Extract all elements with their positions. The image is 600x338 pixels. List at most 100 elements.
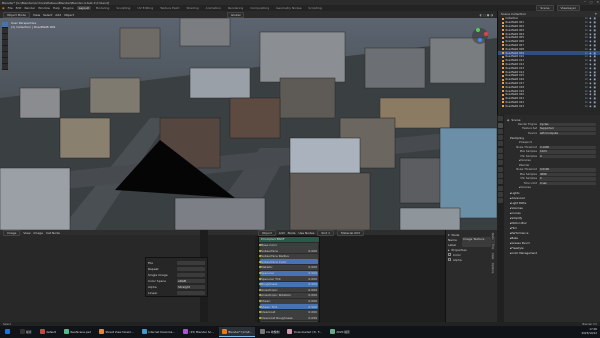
workspace-tab-geometry-nodes[interactable]: Geometry Nodes	[274, 6, 303, 10]
workspace-tab-uv-editing[interactable]: UV Editing	[135, 6, 155, 10]
eye-icon[interactable]: ◉	[589, 40, 591, 43]
camera-icon[interactable]: ▣	[594, 105, 596, 108]
camera-icon[interactable]: ▣	[594, 90, 596, 93]
system-clock[interactable]: 17:06 2023/10/12	[582, 327, 598, 335]
checkbox-icon[interactable]: ☑	[585, 71, 587, 74]
tab-output-icon[interactable]	[498, 128, 503, 134]
mode-selector[interactable]: Object Mode	[3, 11, 30, 18]
camera-icon[interactable]: ▣	[594, 29, 596, 32]
menu-edit[interactable]: Edit	[16, 6, 22, 10]
viewport-menu-add[interactable]: Add	[55, 13, 61, 17]
tab-constraints-icon[interactable]	[498, 179, 503, 185]
material-selector[interactable]: Material.003	[337, 229, 364, 236]
tab-render-icon[interactable]	[498, 122, 503, 128]
blender-logo-icon[interactable]: ◉	[2, 6, 5, 10]
node-input-row[interactable]: Metallic 0.000	[259, 264, 318, 270]
socket-icon[interactable]	[259, 260, 261, 263]
workspace-tab-compositing[interactable]: Compositing	[248, 6, 271, 10]
node-input-row[interactable]: Roughness 0.500	[259, 281, 318, 287]
eye-icon[interactable]: ◉	[589, 29, 591, 32]
camera-icon[interactable]: ▣	[594, 59, 596, 62]
tab-modifier-icon[interactable]	[498, 160, 503, 166]
checkbox-icon[interactable]: ☑	[585, 59, 587, 62]
shading-mode-icons[interactable]: ◐ ○ ● ◑	[480, 13, 497, 17]
eye-icon[interactable]: ◉	[589, 25, 591, 28]
start-button[interactable]	[2, 327, 15, 337]
tab-particles-icon[interactable]	[498, 166, 503, 172]
tool-measure[interactable]	[2, 64, 8, 70]
node-input-row[interactable]: Specular Tint 0.000	[259, 276, 318, 282]
socket-icon[interactable]	[259, 316, 261, 319]
socket-icon[interactable]	[259, 288, 261, 291]
checkbox-icon[interactable]: ☑	[585, 29, 587, 32]
checkbox-icon[interactable]: ☑	[585, 21, 587, 24]
eye-icon[interactable]: ◉	[589, 93, 591, 96]
menu-render[interactable]: Render	[24, 6, 35, 10]
eye-icon[interactable]: ◉	[589, 17, 591, 20]
socket-icon[interactable]	[259, 300, 261, 303]
menu-window[interactable]: Window	[38, 6, 50, 10]
tab-world-icon[interactable]	[498, 147, 503, 153]
eye-icon[interactable]: ◉	[589, 97, 591, 100]
checkbox-icon[interactable]: ☑	[585, 74, 587, 77]
checkbox-icon[interactable]: ☑	[585, 101, 587, 104]
outliner-item[interactable]: RoadNet6 023 ☑ ◉ ▣	[498, 104, 600, 108]
checkbox-icon[interactable]: ☑	[585, 52, 587, 55]
maximize-icon[interactable]: □	[590, 0, 593, 4]
checkbox-icon[interactable]: ☑	[585, 90, 587, 93]
image-view-menu[interactable]: View	[23, 231, 30, 235]
taskbar-app[interactable]: default	[37, 327, 59, 337]
node-input-row[interactable]: Anisotropic Rotation 0.000	[259, 292, 318, 298]
eye-icon[interactable]: ◉	[589, 63, 591, 66]
material-slot-selector[interactable]: Slot 1	[317, 229, 335, 236]
image-image-menu[interactable]: Image	[34, 231, 43, 235]
secondary-editor[interactable]	[208, 230, 255, 322]
render-noise-field[interactable]: 0.0100	[539, 168, 596, 172]
tab-data-icon[interactable]	[498, 185, 503, 191]
camera-icon[interactable]: ▣	[594, 52, 596, 55]
camera-icon[interactable]: ▣	[594, 17, 596, 20]
render-engine-select[interactable]: Cycles	[539, 122, 596, 126]
node-input-row[interactable]: Specular 0.500	[259, 270, 318, 276]
node-input-row[interactable]: Subsurface Color	[259, 259, 318, 265]
taskbar-app[interactable]: 検索	[17, 327, 35, 337]
workspace-tab-modeling[interactable]: Modeling	[94, 6, 112, 10]
socket-icon[interactable]	[259, 277, 261, 280]
node-input-row[interactable]: Sheen Tint 0.500	[259, 304, 318, 310]
workspace-tab-shading[interactable]: Shading	[184, 6, 200, 10]
viewport-noise-field[interactable]: 0.1000	[539, 145, 596, 149]
render-min-samples-field[interactable]: 0	[539, 177, 596, 181]
node-input-row[interactable]: Base Color	[259, 242, 318, 248]
checkbox-icon[interactable]: ☑	[585, 40, 587, 43]
camera-icon[interactable]: ▣	[594, 21, 596, 24]
node-input-row[interactable]: Subsurface 0.000	[259, 248, 318, 254]
eye-icon[interactable]: ◉	[589, 36, 591, 39]
checkbox-icon[interactable]: ☑	[585, 48, 587, 51]
tab-material-icon[interactable]	[498, 191, 503, 197]
camera-icon[interactable]: ▣	[594, 25, 596, 28]
eye-icon[interactable]: ◉	[589, 86, 591, 89]
socket-icon[interactable]	[259, 305, 261, 308]
camera-icon[interactable]: ▣	[594, 33, 596, 36]
socket-icon[interactable]	[259, 249, 261, 252]
sidebar-tab-tool[interactable]: Tool	[491, 242, 494, 250]
menu-help[interactable]: Help	[53, 6, 60, 10]
checkbox-icon[interactable]: ☑	[585, 33, 587, 36]
tab-object-icon[interactable]	[498, 154, 503, 160]
checkbox-icon[interactable]: ☑	[585, 97, 587, 100]
checkbox-icon[interactable]: ☑	[585, 78, 587, 81]
eye-icon[interactable]: ◉	[589, 55, 591, 58]
tab-physics-icon[interactable]	[498, 172, 503, 178]
camera-icon[interactable]: ▣	[594, 93, 596, 96]
time-limit-field[interactable]: 0 sec	[539, 181, 596, 185]
checkbox-icon[interactable]: ☑	[585, 67, 587, 70]
camera-icon[interactable]: ▣	[594, 86, 596, 89]
taskbar-app[interactable]: (15) Blender Sc...	[180, 327, 217, 337]
eye-icon[interactable]: ◉	[589, 59, 591, 62]
taskbar-app[interactable]: CG 映像制	[257, 327, 283, 337]
shader-object-menu[interactable]: Object	[258, 229, 276, 236]
workspace-tab-layout[interactable]: Layout	[76, 6, 91, 10]
checkbox-icon[interactable]: ☑	[585, 105, 587, 108]
eye-icon[interactable]: ◉	[589, 101, 591, 104]
taskbar-app[interactable]: Downloaded (3), F...	[284, 327, 324, 337]
